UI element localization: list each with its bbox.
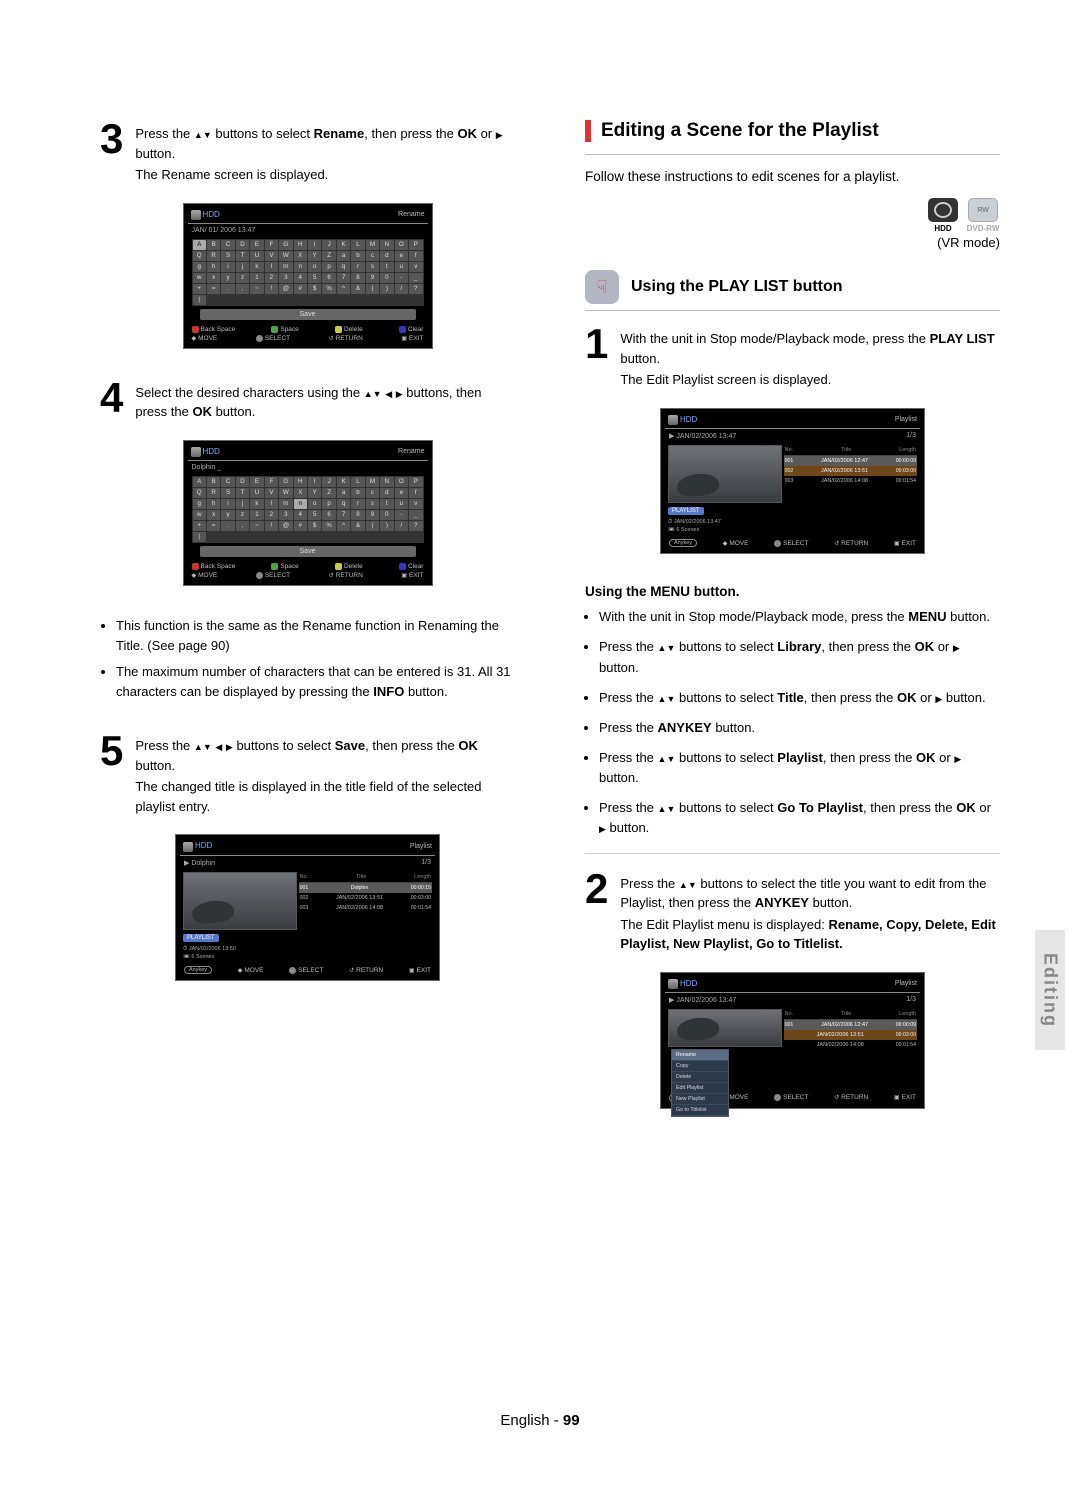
step-text: With the unit in Stop mode/Playback mode… [620, 325, 1000, 392]
context-menu: Rename Copy Delete Edit Playlist New Pla… [671, 1049, 729, 1117]
osd-playlist-renamed: HDD Playlist ▶ Dolphin 1/3 PLAYLIST ⏱ JA… [175, 834, 440, 981]
vr-mode-label: (VR mode) [585, 235, 1000, 250]
disk-icon [183, 842, 193, 852]
up-arrow-icon [194, 738, 203, 753]
menu-bullet-list: With the unit in Stop mode/Playback mode… [585, 607, 1000, 838]
menu-subheading: Using the MENU button. [585, 584, 1000, 599]
playlist-thumbnail [668, 445, 782, 503]
right-step-1: 1 With the unit in Stop mode/Playback mo… [585, 325, 1000, 392]
step-number: 1 [585, 325, 608, 392]
section-heading: Editing a Scene for the Playlist [585, 120, 1000, 142]
step-text: Press the buttons to select the title yo… [620, 870, 1000, 956]
disk-icon [191, 210, 201, 220]
down-arrow-icon [203, 126, 212, 141]
playlist-thumbnail [668, 1009, 782, 1047]
step-number: 3 [100, 120, 123, 187]
left-arrow-icon [385, 385, 392, 400]
step-number: 5 [100, 732, 123, 818]
hdd-icon [928, 198, 958, 222]
section-intro: Follow these instructions to edit scenes… [585, 169, 1000, 184]
disk-icon [668, 979, 678, 989]
left-arrow-icon [215, 738, 222, 753]
play-arrow-icon [496, 126, 503, 141]
osd-edit-playlist: HDD Playlist ▶ JAN/02/2006 13:47 1/3 PLA… [660, 408, 925, 555]
osd-rename-dolphin: HDD Rename Dolphin _ ABCDEFGHIJKLMNOPQRS… [183, 440, 433, 586]
page-footer: English - 99 [0, 1412, 1080, 1429]
osd-rename-a: HDD Rename JAN/ 01/ 2006 13:47 ABCDEFGHI… [183, 203, 433, 349]
step-4: 4 Select the desired characters using th… [100, 379, 515, 424]
right-step-2: 2 Press the buttons to select the title … [585, 870, 1000, 956]
step-text: Press the buttons to select Rename, then… [135, 120, 515, 187]
heading-accent [585, 120, 591, 142]
remote-button-icon: ☟ [585, 270, 619, 304]
step-text: Select the desired characters using the … [135, 379, 515, 424]
osd-edit-playlist-menu: HDD Playlist ▶ JAN/02/2006 13:47 1/3 Ren… [660, 972, 925, 1109]
playlist-thumbnail [183, 872, 297, 930]
dvd-rw-icon [968, 198, 998, 222]
step-number: 4 [100, 379, 123, 424]
using-playlist-heading: ☟ Using the PLAY LIST button [585, 270, 1000, 304]
up-arrow-icon [194, 126, 203, 141]
right-arrow-icon [396, 385, 403, 400]
step-number: 2 [585, 870, 608, 956]
section-tab: Editing [1035, 930, 1065, 1050]
media-badges: HDD DVD-RW [585, 198, 1000, 233]
right-arrow-icon [226, 738, 233, 753]
disk-icon [668, 415, 678, 425]
up-arrow-icon [364, 385, 373, 400]
step-5: 5 Press the buttons to select Save, then… [100, 732, 515, 818]
down-arrow-icon [203, 738, 212, 753]
step-text: Press the buttons to select Save, then p… [135, 732, 515, 818]
down-arrow-icon [373, 385, 382, 400]
step-3: 3 Press the buttons to select Rename, th… [100, 120, 515, 187]
note-list: This function is the same as the Rename … [100, 616, 515, 703]
disk-icon [191, 447, 201, 457]
